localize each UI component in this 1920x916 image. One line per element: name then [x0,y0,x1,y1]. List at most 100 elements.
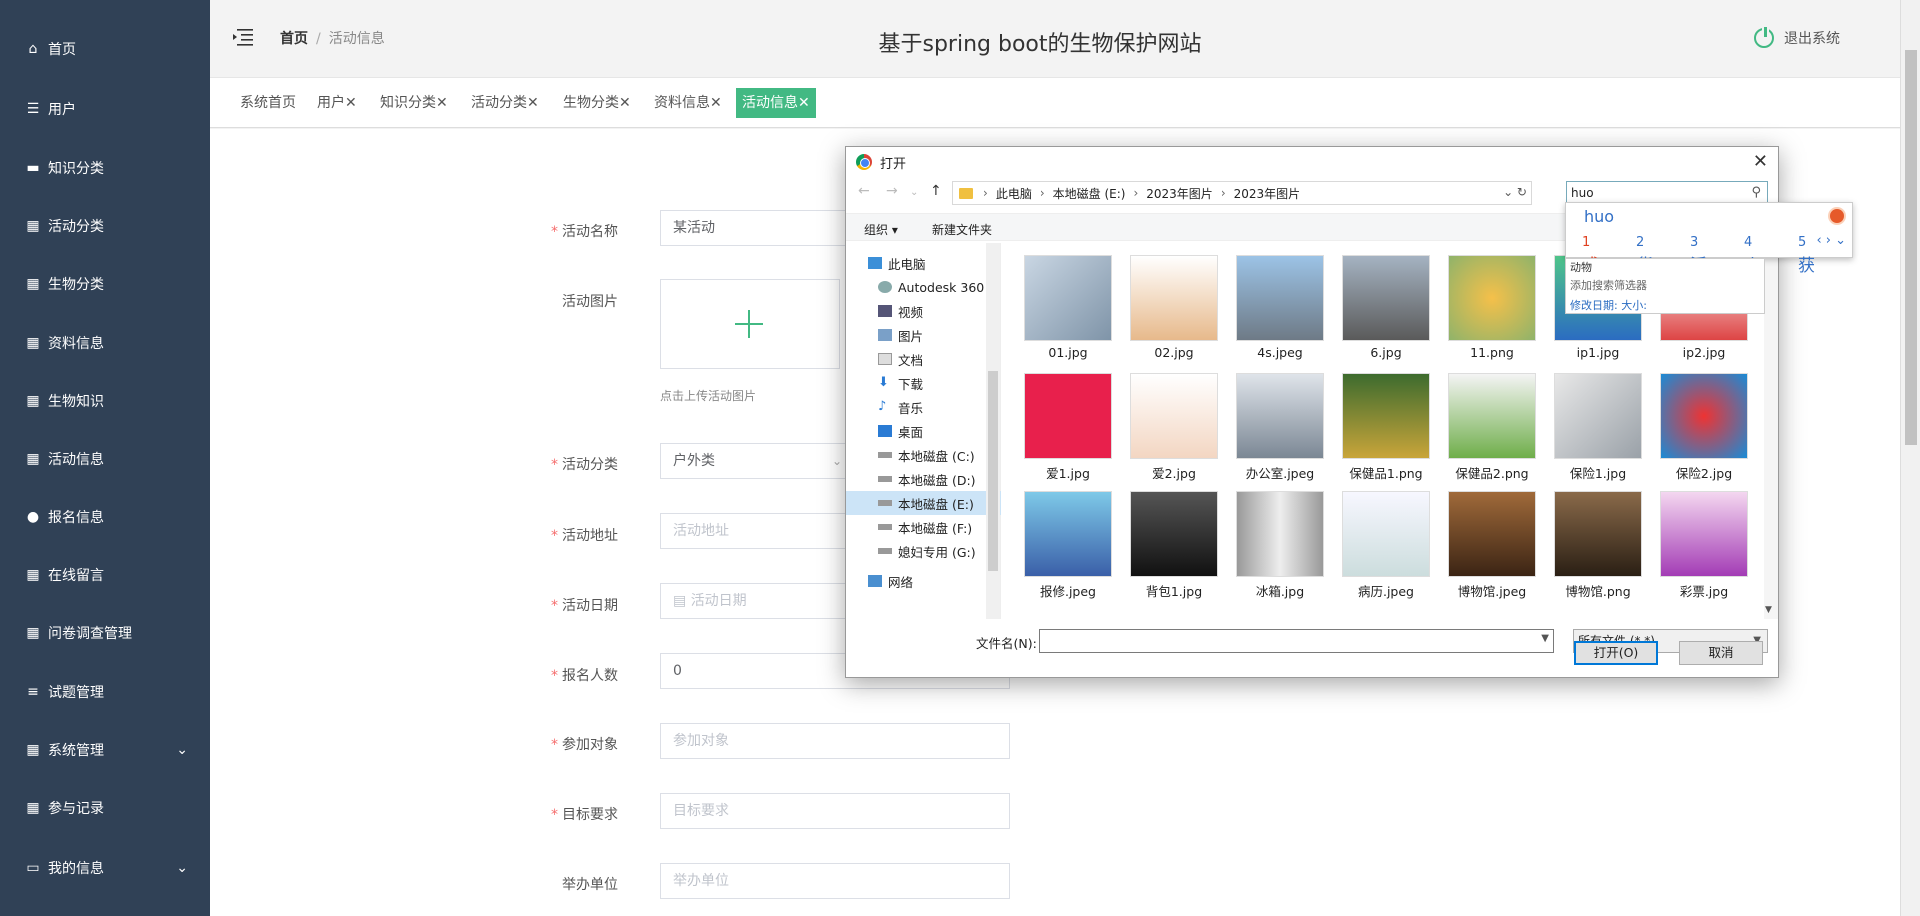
sidebar-item-participation[interactable]: ▦ 参与记录 [0,779,210,837]
add-search-filter[interactable]: 添加搜索筛选器 [1570,277,1647,293]
tab-user[interactable]: 用户✕ [311,88,363,118]
tab-bio-category[interactable]: 生物分类✕ [557,88,637,118]
file-item[interactable]: 办公室.jpeg [1230,367,1330,485]
tree-item-drive-g[interactable]: 媳妇专用 (G:) [846,539,1001,563]
tree-item-drive-d[interactable]: 本地磁盘 (D:) [846,467,1001,491]
file-item[interactable]: 彩票.jpg [1654,485,1754,603]
tree-item-drive-f[interactable]: 本地磁盘 (F:) [846,515,1001,539]
up-arrow-icon[interactable]: ↑ [930,183,942,199]
sidebar-item-bio-knowledge[interactable]: ▦ 生物知识 [0,372,210,430]
tree-item-documents[interactable]: 文档 [846,347,1001,371]
file-item[interactable]: 博物馆.jpeg [1442,485,1542,603]
chevron-down-icon[interactable]: ▼ [1541,633,1549,644]
file-item[interactable]: 保健品2.png [1442,367,1542,485]
tab-activity-category[interactable]: 活动分类✕ [465,88,545,118]
file-item[interactable]: 4s.jpeg [1230,249,1330,367]
tree-item-videos[interactable]: 视频 [846,299,1001,323]
close-icon[interactable]: ✕ [1753,151,1768,172]
file-item[interactable]: 爱1.jpg [1018,367,1118,485]
refresh-icon[interactable]: ⌄ ↻ [1503,185,1527,199]
home-icon: ⌂ [28,41,38,57]
sidebar-item-user[interactable]: ☰ 用户 [0,80,210,138]
tab-system-home[interactable]: 系统首页 [234,88,302,118]
sidebar-item-material-info[interactable]: ▦ 资料信息 [0,314,210,372]
cancel-button[interactable]: 取消 [1679,641,1763,665]
file-item[interactable]: 报修.jpeg [1018,485,1118,603]
file-item[interactable]: 保健品1.png [1336,367,1436,485]
target-input[interactable]: 参加对象 [660,723,1010,759]
grid-scrollbar[interactable]: ▲ ▼ [1764,243,1778,619]
scrollbar-thumb[interactable] [1905,50,1917,445]
sidebar-item-messages[interactable]: ▦ 在线留言 [0,546,210,604]
open-button[interactable]: 打开(O) [1574,641,1658,665]
search-filters[interactable]: 修改日期: 大小: [1570,297,1647,313]
back-arrow-icon[interactable]: ← [858,183,870,199]
file-item[interactable]: 爱2.jpg [1124,367,1224,485]
scroll-down-icon[interactable]: ▼ [1765,605,1772,615]
new-folder-button[interactable]: 新建文件夹 [932,221,992,238]
tree-item-downloads[interactable]: ⬇ 下载 [846,371,1001,395]
grid-icon: ▦ [26,393,40,409]
image-upload-box[interactable] [660,279,840,369]
sidebar-item-questions[interactable]: ≡ 试题管理 [0,663,210,721]
sidebar-item-system[interactable]: ▦ 系统管理 ⌄ [0,721,210,779]
sidebar-item-home[interactable]: ⌂ 首页 [0,20,210,78]
address-bar[interactable]: › 此电脑 › 本地磁盘 (E:) › 2023年图片 › 2023年图片 ⌄ … [952,181,1532,205]
suggestion-item[interactable]: 动物 [1570,259,1592,275]
sidebar-item-knowledge-category[interactable]: ▬ 知识分类 [0,139,210,197]
tree-item-desktop[interactable]: 桌面 [846,419,1001,443]
file-item[interactable]: 6.jpg [1336,249,1436,367]
tree-item-this-pc[interactable]: 此电脑 [846,251,1001,275]
path-segment[interactable]: 2023年图片 [1234,185,1301,202]
file-thumbnail [1448,255,1536,341]
tree-item-music[interactable]: ♪ 音乐 [846,395,1001,419]
path-segment[interactable]: 此电脑 [996,185,1032,202]
file-item[interactable]: 保险1.jpg [1548,367,1648,485]
file-item[interactable]: 保险2.jpg [1654,367,1754,485]
path-segment[interactable]: 2023年图片 [1146,185,1213,202]
recent-chevron-icon[interactable]: ⌄ [910,187,918,198]
tab-activity-info[interactable]: 活动信息✕ [736,88,816,118]
tab-knowledge-category[interactable]: 知识分类✕ [374,88,454,118]
tree-item-network[interactable]: 网络 [846,569,1001,593]
page-title: 基于spring boot的生物保护网站 [878,32,1202,57]
sidebar-item-signup-info[interactable]: ● 报名信息 [0,488,210,546]
ime-logo-icon[interactable] [1828,207,1846,225]
grid-icon: ▦ [26,218,40,234]
video-icon [878,305,892,317]
tree-item-autodesk[interactable]: Autodesk 360 [846,275,1001,299]
file-item[interactable]: 11.png [1442,249,1542,367]
tree-item-drive-c[interactable]: 本地磁盘 (C:) [846,443,1001,467]
tree-scrollbar[interactable] [986,243,1000,619]
desktop-icon [878,425,892,437]
file-item[interactable]: 02.jpg [1124,249,1224,367]
file-item[interactable]: 01.jpg [1018,249,1118,367]
document-icon [878,353,892,365]
page-scrollbar[interactable] [1900,0,1920,916]
sidebar-item-survey[interactable]: ▦ 问卷调查管理 [0,604,210,662]
file-item[interactable]: 博物馆.png [1548,485,1648,603]
ime-page-nav-icon[interactable]: ‹ › ⌄ [1816,233,1846,248]
path-segment[interactable]: 本地磁盘 (E:) [1053,185,1126,202]
file-item[interactable]: 病历.jpeg [1336,485,1436,603]
calendar-icon: ▤ [673,593,691,609]
sidebar-item-activity-category[interactable]: ▦ 活动分类 [0,197,210,255]
forward-arrow-icon[interactable]: → [886,183,898,199]
sidebar-item-my-info[interactable]: ▭ 我的信息 ⌄ [0,839,210,897]
filename-input[interactable]: ▼ [1039,629,1554,653]
tree-item-pictures[interactable]: 图片 [846,323,1001,347]
tree-scrollbar-thumb[interactable] [988,371,998,571]
file-item[interactable]: 冰箱.jpg [1230,485,1330,603]
music-icon: ♪ [878,399,887,414]
organize-button[interactable]: 组织 ▾ [864,221,898,238]
image-label: 活动图片 [562,294,618,310]
sidebar-item-bio-category[interactable]: ▦ 生物分类 [0,255,210,313]
file-item[interactable]: 背包1.jpg [1124,485,1224,603]
tree-item-drive-e[interactable]: 本地磁盘 (E:) [846,491,1001,515]
tab-material-info[interactable]: 资料信息✕ [648,88,728,118]
goal-input[interactable]: 目标要求 [660,793,1010,829]
sidebar-item-activity-info[interactable]: ▦ 活动信息 [0,430,210,488]
organizer-input[interactable]: 举办单位 [660,863,1010,899]
activity-category-select[interactable]: 户外类 ⌄ [660,443,853,479]
logout-button[interactable]: 退出系统 [1754,25,1840,48]
